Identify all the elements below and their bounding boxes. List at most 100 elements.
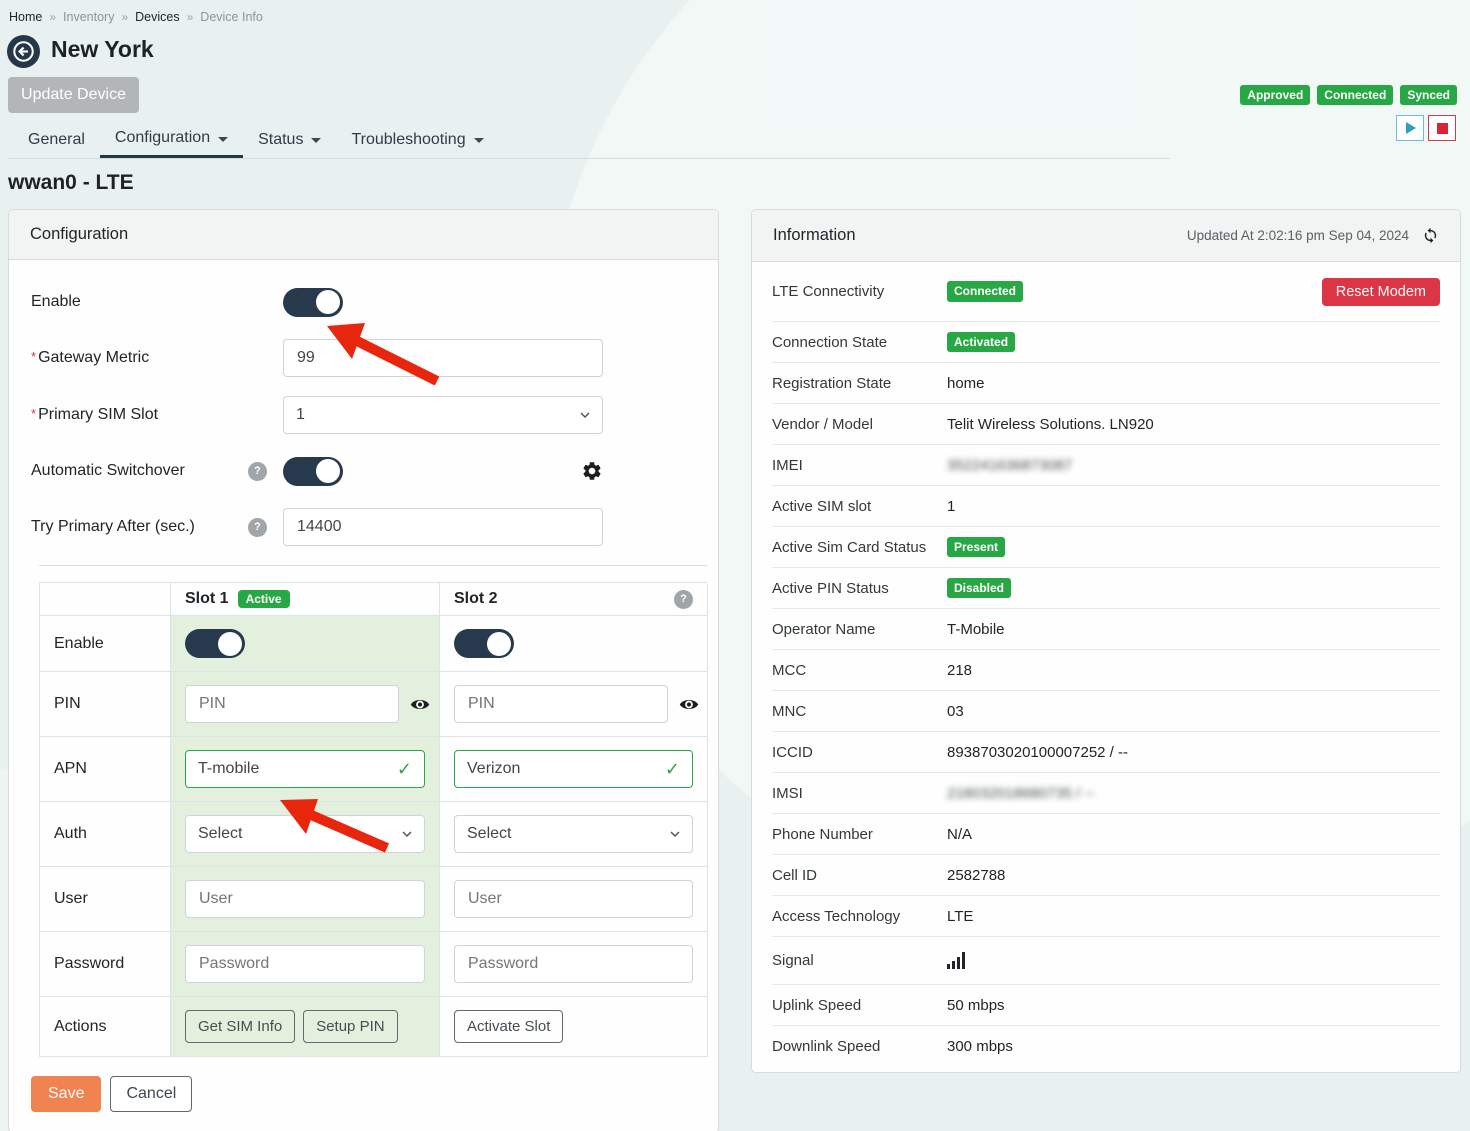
slot2-apn-input[interactable]: Verizon ✓	[454, 750, 693, 788]
info-row-phone-number: Phone Number N/A	[772, 814, 1440, 855]
slot1-title: Slot 1	[185, 590, 229, 608]
main-content: Configuration Enable	[8, 209, 1461, 1131]
slot2-auth-select[interactable]: Select	[454, 815, 693, 853]
tab-troubleshooting[interactable]: Troubleshooting	[336, 121, 498, 158]
slot1-password-cell	[171, 932, 440, 997]
info-row-registration-state: Registration State home	[772, 363, 1440, 404]
slot-table-corner-cell	[40, 583, 171, 616]
breadcrumb-item-devices[interactable]: Devices	[135, 10, 179, 24]
approved-badge: Approved	[1240, 85, 1310, 105]
gateway-metric-input[interactable]	[283, 339, 603, 377]
cancel-button[interactable]: Cancel	[110, 1076, 192, 1112]
activated-status-badge: Activated	[947, 332, 1015, 352]
automatic-switchover-toggle[interactable]	[283, 457, 343, 486]
breadcrumb-separator: »	[121, 10, 128, 24]
slot2-pin-input[interactable]	[454, 685, 668, 723]
required-marker: *	[31, 406, 36, 421]
reset-modem-button[interactable]: Reset Modem	[1322, 278, 1440, 306]
breadcrumb-item-home[interactable]: Home	[9, 10, 42, 24]
slot1-password-input[interactable]	[185, 945, 425, 983]
synced-badge: Synced	[1400, 85, 1457, 105]
play-icon	[1406, 122, 1416, 134]
try-primary-after-label: Try Primary After (sec.)	[31, 518, 195, 536]
update-device-button[interactable]: Update Device	[8, 77, 139, 113]
slot1-user-input[interactable]	[185, 880, 425, 918]
tab-status[interactable]: Status	[243, 121, 336, 158]
interface-heading: wwan0 - LTE	[8, 171, 134, 195]
slot1-pin-cell	[171, 672, 440, 737]
try-primary-after-input[interactable]	[283, 508, 603, 546]
slot2-actions-cell: Activate Slot	[440, 997, 708, 1057]
slot2-enable-cell	[440, 616, 708, 672]
breadcrumb-item-inventory[interactable]: Inventory	[63, 10, 114, 24]
info-row-active-pin-status: Active PIN Status Disabled	[772, 568, 1440, 609]
slot2-auth-value: Select	[467, 825, 511, 843]
tab-general[interactable]: General	[13, 121, 100, 158]
activate-slot-button[interactable]: Activate Slot	[454, 1010, 563, 1043]
eye-icon[interactable]	[679, 697, 699, 712]
info-row-vendor-model: Vendor / Model Telit Wireless Solutions.…	[772, 404, 1440, 445]
info-row-downlink-speed: Downlink Speed 300 mbps	[772, 1026, 1440, 1066]
info-row-signal: Signal	[772, 937, 1440, 985]
slot2-password-cell	[440, 932, 708, 997]
slot2-enable-toggle[interactable]	[454, 629, 514, 658]
get-sim-info-button[interactable]: Get SIM Info	[185, 1010, 295, 1043]
updated-at-text: Updated At 2:02:16 pm Sep 04, 2024	[1187, 228, 1409, 243]
try-primary-after-field-row: Try Primary After (sec.) ?	[31, 508, 697, 546]
tab-label: Status	[258, 131, 303, 149]
info-row-connection-state: Connection State Activated	[772, 322, 1440, 363]
check-icon: ✓	[665, 759, 680, 780]
info-row-active-sim-slot: Active SIM slot 1	[772, 486, 1440, 527]
slot1-auth-select[interactable]: Select	[185, 815, 425, 853]
configuration-panel: Configuration Enable	[8, 209, 719, 1131]
back-button[interactable]	[7, 35, 40, 68]
slot1-pin-input[interactable]	[185, 685, 399, 723]
slot2-password-input[interactable]	[454, 945, 693, 983]
stop-button[interactable]	[1428, 115, 1456, 141]
refresh-button[interactable]	[1422, 227, 1439, 244]
slot2-user-input[interactable]	[454, 880, 693, 918]
setup-pin-button[interactable]: Setup PIN	[303, 1010, 397, 1043]
enable-label: Enable	[31, 293, 81, 311]
help-icon[interactable]: ?	[674, 590, 693, 609]
slot1-apn-input[interactable]: T-mobile ✓	[185, 750, 425, 788]
automatic-switchover-label: Automatic Switchover	[31, 462, 185, 480]
help-icon[interactable]: ?	[248, 518, 267, 537]
disabled-status-badge: Disabled	[947, 578, 1011, 598]
section-divider	[39, 565, 707, 566]
tab-configuration[interactable]: Configuration	[100, 121, 243, 158]
signal-bars-icon	[947, 952, 965, 969]
tab-label: General	[28, 131, 85, 149]
breadcrumb: Home » Inventory » Devices » Device Info	[9, 10, 263, 24]
slot2-apn-value: Verizon	[467, 760, 520, 778]
slot1-user-cell	[171, 867, 440, 932]
info-row-imei: IMEI 352241636873087	[772, 445, 1440, 486]
slot1-enable-toggle[interactable]	[185, 629, 245, 658]
primary-sim-slot-field-row: *Primary SIM Slot 1	[31, 396, 697, 434]
tab-label: Troubleshooting	[351, 131, 465, 149]
primary-sim-slot-select[interactable]: 1	[283, 396, 603, 434]
slot1-actions-cell: Get SIM Info Setup PIN	[171, 997, 440, 1057]
configuration-panel-title: Configuration	[30, 225, 128, 244]
check-icon: ✓	[397, 759, 412, 780]
row-label-password: Password	[40, 932, 171, 997]
page-title: New York	[51, 36, 154, 63]
connected-badge: Connected	[1317, 85, 1393, 105]
eye-icon[interactable]	[410, 697, 430, 712]
gear-icon[interactable]	[581, 460, 603, 482]
row-label-apn: APN	[40, 737, 171, 802]
sim-slot-table: Slot 1 Active Slot 2 ? Enable	[39, 582, 707, 1057]
help-icon[interactable]: ?	[248, 462, 267, 481]
slot2-auth-cell: Select	[440, 802, 708, 867]
row-label-auth: Auth	[40, 802, 171, 867]
info-row-active-sim-card-status: Active Sim Card Status Present	[772, 527, 1440, 568]
enable-toggle[interactable]	[283, 288, 343, 317]
save-button[interactable]: Save	[31, 1076, 101, 1112]
play-button[interactable]	[1396, 115, 1424, 141]
refresh-icon	[1422, 227, 1439, 244]
row-label-pin: PIN	[40, 672, 171, 737]
info-row-mcc: MCC 218	[772, 650, 1440, 691]
primary-sim-slot-value: 1	[296, 406, 305, 424]
primary-sim-slot-label: *Primary SIM Slot	[31, 406, 158, 424]
configuration-form: Enable *Gateway Metric	[9, 260, 718, 1131]
